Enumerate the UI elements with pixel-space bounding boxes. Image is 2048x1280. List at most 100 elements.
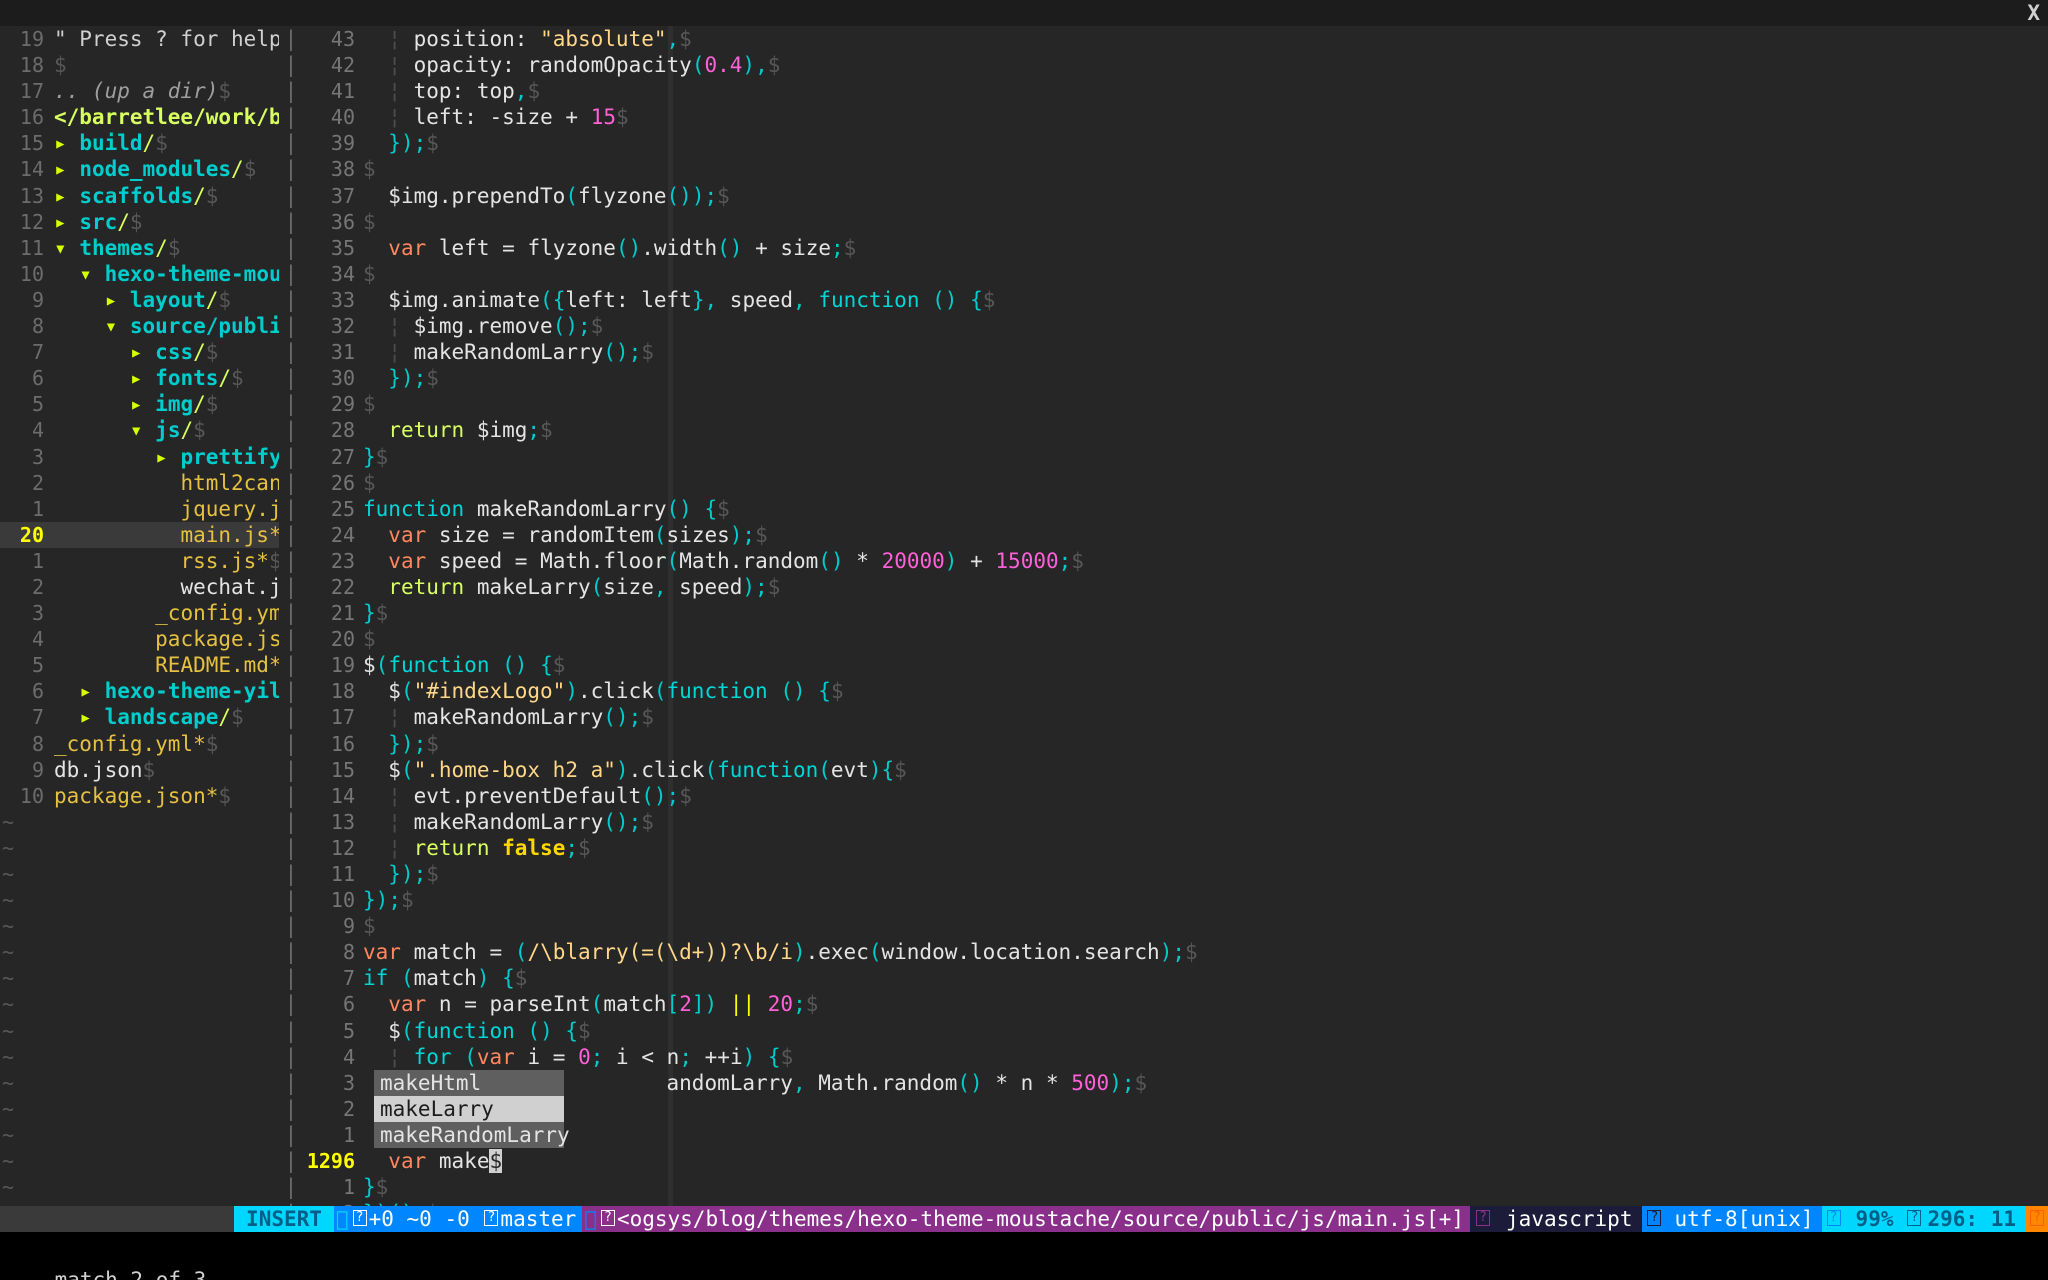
disclosure-arrow-icon[interactable]: ▸	[130, 366, 143, 390]
nerdtree-item--press-for-help[interactable]: 19 " Press ? for help$	[0, 26, 279, 52]
disclosure-arrow-icon[interactable]: ▸	[54, 184, 67, 208]
editor-line[interactable]: |25function makeRandomLarry() {$	[279, 496, 2048, 522]
nerdtree-item--up-a-dir-[interactable]: 17 .. (up a dir)$	[0, 78, 279, 104]
nerdtree-item-wechat-js[interactable]: 2 wechat.js$	[0, 574, 279, 600]
editor-line[interactable]: |17 ¦ makeRandomLarry();$	[279, 704, 2048, 730]
editor-line[interactable]: |32 ¦ $img.remove();$	[279, 313, 2048, 339]
editor-line[interactable]: |39 });$	[279, 130, 2048, 156]
editor-line[interactable]: |11 });$	[279, 861, 2048, 887]
editor-line[interactable]: |5 $(function () {$	[279, 1018, 2048, 1044]
editor-line[interactable]: |10});$	[279, 887, 2048, 913]
editor-line[interactable]: |21}$	[279, 600, 2048, 626]
editor-line[interactable]: |23 var speed = Math.floor(Math.random()…	[279, 548, 2048, 574]
editor-line[interactable]: |42 ¦ opacity: randomOpacity(0.4),$	[279, 52, 2048, 78]
statusline-encoding: utf-8[unix]	[1666, 1206, 1821, 1232]
disclosure-arrow-icon[interactable]: ▸	[54, 157, 67, 181]
nerdtree-item-main-js-[interactable]: 20 main.js*$	[0, 522, 279, 548]
nerdtree-line-number: 11	[0, 235, 44, 261]
editor-line[interactable]: |33 $img.animate({left: left}, speed, fu…	[279, 287, 2048, 313]
nerdtree-item-css[interactable]: 7 ▸ css/$	[0, 339, 279, 365]
nerdtree-item-rss-js-[interactable]: 1 rss.js*$	[0, 548, 279, 574]
nerdtree-item-img[interactable]: 5 ▸ img/$	[0, 391, 279, 417]
nerdtree-item-package-json-[interactable]: 10 package.json*$	[0, 783, 279, 809]
disclosure-arrow-icon[interactable]: ▾	[79, 262, 92, 286]
nerdtree-item-html2canvas-min-j[interactable]: 2 html2canvas.min.j	[0, 470, 279, 496]
nerdtree-item-themes[interactable]: 11 ▾ themes/$	[0, 235, 279, 261]
nerdtree-item-db-json[interactable]: 9 db.json$	[0, 757, 279, 783]
nerdtree-item-landscape[interactable]: 7 ▸ landscape/$	[0, 704, 279, 730]
editor-line[interactable]: |7if (match) {$	[279, 965, 2048, 991]
disclosure-arrow-icon[interactable]: ▾	[130, 418, 143, 442]
nerdtree-item--config-yml-[interactable]: 3 _config.yml*$	[0, 600, 279, 626]
nerdtree-item-label: db.json$	[54, 758, 155, 782]
nerdtree-gutter	[44, 522, 54, 548]
disclosure-arrow-icon[interactable]: ▸	[155, 445, 168, 469]
editor-line[interactable]: |40 ¦ left: -size + 15$	[279, 104, 2048, 130]
nerdtree-item-scaffolds[interactable]: 13 ▸ scaffolds/$	[0, 183, 279, 209]
nerdtree-item-prettify[interactable]: 3 ▸ prettify/$	[0, 444, 279, 470]
editor-line[interactable]: |43 ¦ position: "absolute",$	[279, 26, 2048, 52]
nerdtree-item-layout[interactable]: 9 ▸ layout/$	[0, 287, 279, 313]
nerdtree-item-source-public[interactable]: 8 ▾ source/public/$	[0, 313, 279, 339]
editor-line[interactable]: |41 ¦ top: top,$	[279, 78, 2048, 104]
nerdtree-item--config-yml-[interactable]: 8 _config.yml*$	[0, 731, 279, 757]
editor-line[interactable]: |1}$	[279, 1174, 2048, 1200]
completion-item-makeHtml[interactable]: makeHtml	[374, 1070, 564, 1096]
disclosure-arrow-icon[interactable]: ▸	[105, 288, 118, 312]
editor-line[interactable]: |19$(function () {$	[279, 652, 2048, 678]
completion-item-makeRandomLarry[interactable]: makeRandomLarry	[374, 1122, 564, 1148]
disclosure-arrow-icon[interactable]: ▸	[79, 705, 92, 729]
nerdtree-item--barretlee-work-blogsys-bl[interactable]: 16 </barretlee/work/blogsys/bl	[0, 104, 279, 130]
editor-line[interactable]: |26$	[279, 470, 2048, 496]
completion-item-makeLarry[interactable]: makeLarry	[374, 1096, 564, 1122]
editor-line[interactable]: |22 return makeLarry(size, speed);$	[279, 574, 2048, 600]
command-line[interactable]: match 2 of 3	[0, 1232, 2048, 1280]
editor-line[interactable]: |36$	[279, 209, 2048, 235]
close-tab-button[interactable]: X	[2027, 0, 2040, 26]
disclosure-arrow-icon[interactable]: ▸	[130, 340, 143, 364]
editor-line[interactable]: |35 var left = flyzone().width() + size;…	[279, 235, 2048, 261]
editor-line[interactable]: |30 });$	[279, 365, 2048, 391]
editor-line[interactable]: |34$	[279, 261, 2048, 287]
editor-line[interactable]: |8var match = (/\blarry(=(\d+))?\b/i).ex…	[279, 939, 2048, 965]
nerdtree-item-blank[interactable]: 18 $	[0, 52, 279, 78]
completion-popup[interactable]: makeHtmlmakeLarrymakeRandomLarry	[374, 1070, 564, 1148]
editor-line[interactable]: |6 var n = parseInt(match[2]) || 20;$	[279, 991, 2048, 1017]
disclosure-arrow-icon[interactable]: ▸	[130, 392, 143, 416]
disclosure-arrow-icon[interactable]: ▸	[54, 131, 67, 155]
editor-line[interactable]: |15 $(".home-box h2 a").click(function(e…	[279, 757, 2048, 783]
nerdtree-item-hexo-theme-yilia[interactable]: 6 ▸ hexo-theme-yilia/$	[0, 678, 279, 704]
editor-line[interactable]: |37 $img.prependTo(flyzone());$	[279, 183, 2048, 209]
editor-line[interactable]: |27}$	[279, 444, 2048, 470]
nerdtree-pane[interactable]: 19 " Press ? for help$18 $17 .. (up a di…	[0, 26, 279, 1206]
nerdtree-item-fonts[interactable]: 6 ▸ fonts/$	[0, 365, 279, 391]
nerdtree-item-src[interactable]: 12 ▸ src/$	[0, 209, 279, 235]
disclosure-arrow-icon[interactable]: ▾	[105, 314, 118, 338]
editor-line[interactable]: |14 ¦ evt.preventDefault();$	[279, 783, 2048, 809]
editor-line[interactable]: |38$	[279, 156, 2048, 182]
nerdtree-item-hexo-theme-moustache[interactable]: 10 ▾ hexo-theme-moustache/$	[0, 261, 279, 287]
nerdtree-item-js[interactable]: 4 ▾ js/$	[0, 417, 279, 443]
editor-line[interactable]: |16 });$	[279, 731, 2048, 757]
nerdtree-item-node-modules[interactable]: 14 ▸ node_modules/$	[0, 156, 279, 182]
tabline[interactable]: 1: main.js X	[0, 0, 2048, 26]
nerdtree-item-build[interactable]: 15 ▸ build/$	[0, 130, 279, 156]
editor-line[interactable]: |4 ¦ for (var i = 0; i < n; ++i) {$	[279, 1044, 2048, 1070]
nerdtree-item-jquery-js-[interactable]: 1 jquery.js*$	[0, 496, 279, 522]
editor-line[interactable]: |13 ¦ makeRandomLarry();$	[279, 809, 2048, 835]
disclosure-arrow-icon[interactable]: ▸	[79, 679, 92, 703]
editor-pane[interactable]: |43 ¦ position: "absolute",$|42 ¦ opacit…	[279, 26, 2048, 1206]
editor-line[interactable]: |1296 var make$	[279, 1148, 2048, 1174]
editor-line[interactable]: |9$	[279, 913, 2048, 939]
disclosure-arrow-icon[interactable]: ▾	[54, 236, 67, 260]
editor-line[interactable]: |31 ¦ makeRandomLarry();$	[279, 339, 2048, 365]
nerdtree-item-package-json-[interactable]: 4 package.json*$	[0, 626, 279, 652]
editor-line[interactable]: |29$	[279, 391, 2048, 417]
editor-line[interactable]: |20$	[279, 626, 2048, 652]
editor-line[interactable]: |24 var size = randomItem(sizes);$	[279, 522, 2048, 548]
editor-line[interactable]: |28 return $img;$	[279, 417, 2048, 443]
editor-line[interactable]: |12 ¦ return false;$	[279, 835, 2048, 861]
editor-line[interactable]: |18 $("#indexLogo").click(function () {$	[279, 678, 2048, 704]
nerdtree-item-readme-md-[interactable]: 5 README.md*$	[0, 652, 279, 678]
disclosure-arrow-icon[interactable]: ▸	[54, 210, 67, 234]
